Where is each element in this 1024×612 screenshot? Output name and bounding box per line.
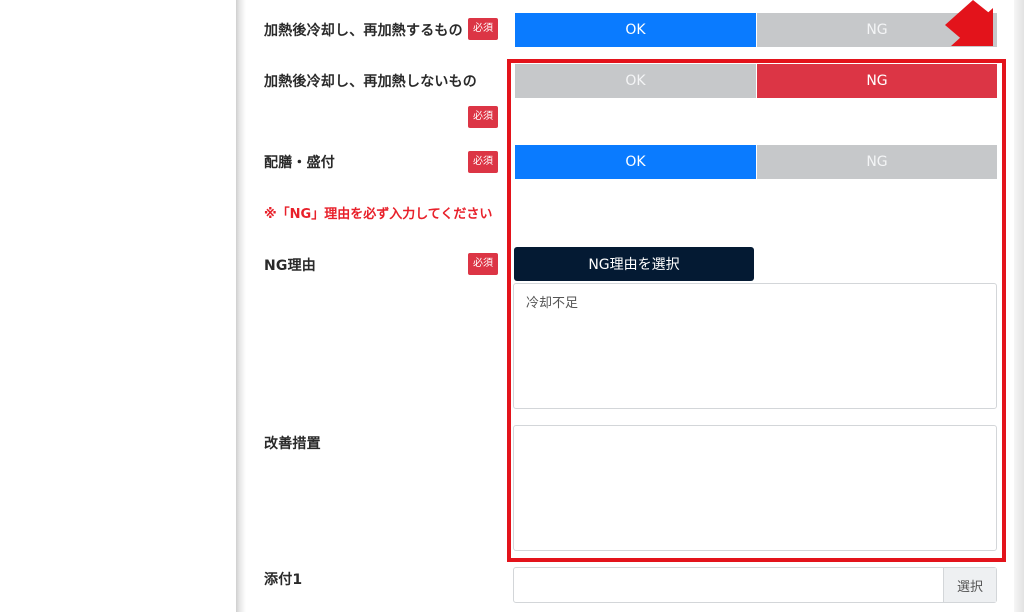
row-label-no-reheat: 加熱後冷却し、再加熱しないもの [264, 74, 477, 90]
toggle-serving: OK NG [515, 145, 997, 179]
ok-button[interactable]: OK [515, 13, 756, 47]
ok-button[interactable]: OK [515, 64, 756, 98]
ng-reason-textarea[interactable]: 冷却不足 [513, 283, 997, 409]
ng-button[interactable]: NG [756, 145, 997, 179]
ng-button[interactable]: NG [756, 64, 997, 98]
row-label-serving: 配膳・盛付 [264, 155, 335, 171]
improvement-textarea[interactable] [513, 425, 997, 551]
attachment-file-input[interactable]: 選択 [513, 567, 997, 603]
scrollbar-track[interactable] [1014, 0, 1024, 612]
required-badge: 必須 [468, 18, 498, 40]
select-ng-reason-button[interactable]: NG理由を選択 [514, 247, 754, 281]
attachment-label: 添付1 [264, 572, 303, 588]
ng-warning-text: ※「NG」理由を必ず入力してください [264, 207, 493, 222]
ng-reason-label: NG理由 [264, 258, 317, 274]
required-badge: 必須 [468, 106, 498, 128]
toggle-no-reheat: OK NG [515, 64, 997, 98]
required-badge: 必須 [468, 151, 498, 173]
panel-divider [236, 0, 246, 612]
required-badge: 必須 [468, 253, 498, 275]
ok-button[interactable]: OK [515, 145, 756, 179]
improvement-label: 改善措置 [264, 436, 321, 452]
row-label-reheat: 加熱後冷却し、再加熱するもの [264, 23, 463, 39]
left-panel [0, 0, 236, 612]
annotation-arrow-icon [945, 0, 993, 46]
toggle-reheat: OK NG [515, 13, 997, 47]
attachment-select-button[interactable]: 選択 [943, 568, 996, 602]
